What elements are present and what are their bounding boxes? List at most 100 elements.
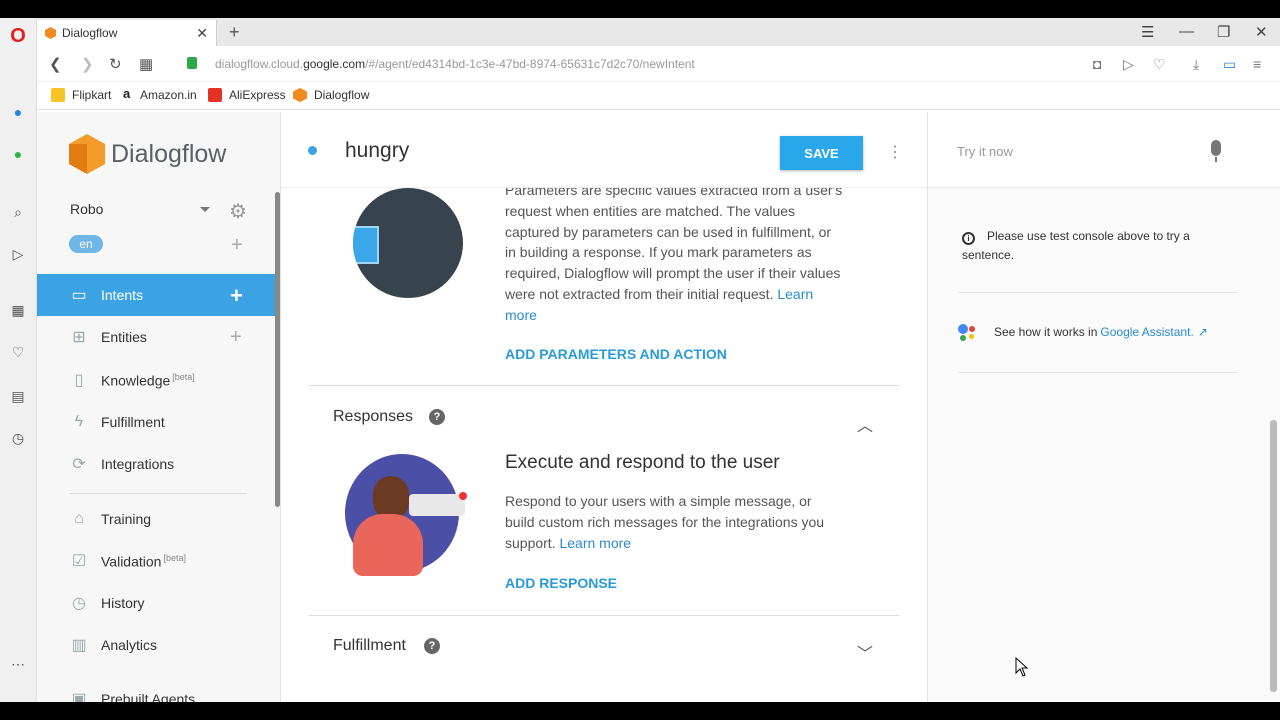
sidebar-item-knowledge[interactable]: ▯ Knowledge [beta] [37, 359, 276, 401]
check-box-icon: ☑ [71, 553, 87, 570]
responses-description: Respond to your users with a simple mess… [505, 491, 845, 553]
url-host: google.com [303, 57, 366, 71]
restore-icon[interactable]: ❐ [1217, 23, 1230, 41]
sidebar-item-fulfillment[interactable]: ϟ Fulfillment [37, 401, 276, 443]
screen: O ● ● ⌕ ▷ ▦ ♡ ▤ ◷ ⋯ Dialogflow ✕ + ☰ — ❐… [0, 0, 1280, 720]
messenger-icon[interactable]: ● [8, 102, 28, 122]
history-icon[interactable]: ◷ [8, 428, 28, 448]
bookmark-heart-icon[interactable]: ♡ [1153, 56, 1166, 73]
bolt-icon: ϟ [74, 413, 84, 430]
dialogflow-logo[interactable]: Dialogflow [69, 134, 226, 174]
add-intent-icon[interactable]: + [230, 283, 243, 309]
sidebar-item-history[interactable]: ◷ History [37, 582, 276, 624]
bookmark-label: Amazon.in [140, 88, 197, 102]
intent-editor: hungry SAVE ⋮ Parameters are specific va… [281, 112, 927, 702]
fulfillment-title: Fulfillment [333, 637, 406, 654]
tab-dialogflow[interactable]: Dialogflow ✕ [37, 20, 217, 46]
external-link-icon[interactable]: ↗ [1198, 325, 1208, 339]
sidebar-item-label: Training [101, 511, 152, 527]
sidebar-item-prebuilt-agents[interactable]: ▣ Prebuilt Agents [37, 678, 276, 702]
opera-logo-icon[interactable]: O [8, 25, 28, 47]
add-parameters-button[interactable]: ADD PARAMETERS AND ACTION [505, 346, 727, 362]
assistant-dot-blue [958, 324, 968, 334]
whatsapp-icon[interactable]: ● [8, 144, 28, 164]
news-icon[interactable]: ▤ [8, 386, 28, 406]
send-page-icon[interactable]: ▷ [1123, 56, 1134, 73]
see-how-text: See how it works in [994, 325, 1098, 339]
close-tab-icon[interactable]: ✕ [196, 25, 208, 42]
lock-icon [187, 57, 197, 69]
battery-saver-icon[interactable]: ▭ [1223, 56, 1236, 73]
sidebar-item-label: Integrations [101, 456, 175, 472]
bookmark-label: AliExpress [229, 88, 286, 102]
heart-icon[interactable]: ♡ [8, 342, 28, 362]
search-icon[interactable]: ⌕ [8, 202, 28, 222]
responses-heading: Execute and respond to the user [505, 452, 780, 473]
illustration-body [353, 514, 423, 576]
sidebar-item-analytics[interactable]: ▥ Analytics [37, 624, 276, 666]
bookmark-aliexpress[interactable]: AliExpress [208, 88, 286, 102]
tabs-grid-icon[interactable]: ▦ [139, 55, 153, 73]
save-button[interactable]: SAVE [780, 136, 863, 170]
bookmark-amazon[interactable]: a Amazon.in [123, 87, 197, 102]
intent-name-input[interactable]: hungry [345, 139, 409, 163]
url-prefix: dialogflow.cloud. [215, 57, 304, 71]
sidebar-item-integrations[interactable]: ⟳ Integrations [37, 443, 276, 485]
camera-icon[interactable]: ◘ [1093, 56, 1101, 72]
chevron-down-icon[interactable]: ﹀ [857, 640, 873, 664]
page-scrollbar[interactable] [1270, 420, 1277, 692]
sidebar-item-label: Fulfillment [101, 414, 165, 430]
test-console-panel: Try it now i Please use test console abov… [927, 112, 1280, 702]
validation-label: Validation [101, 553, 162, 570]
speed-dial-icon[interactable]: ▦ [8, 300, 28, 320]
responses-text: Respond to your users with a simple mess… [505, 493, 825, 551]
url-field[interactable]: dialogflow.cloud.google.com/#/agent/ed43… [215, 57, 695, 71]
tab-menu-icon[interactable]: ☰ [1141, 23, 1154, 41]
easy-setup-icon[interactable]: ≡ [1253, 56, 1261, 72]
download-icon[interactable]: ⤓ [1193, 56, 1199, 73]
minimize-icon[interactable]: — [1179, 23, 1194, 40]
learn-more-link[interactable]: Learn more [559, 535, 631, 551]
gear-icon[interactable]: ⚙ [229, 199, 247, 224]
agent-icon: ▣ [71, 691, 87, 702]
bookmark-dialogflow[interactable]: Dialogflow [293, 88, 369, 102]
tab-bar: Dialogflow ✕ + ☰ — ❐ ✕ [37, 18, 1280, 46]
sidebar-scrollbar[interactable] [275, 192, 280, 507]
bar-chart-icon: ▥ [71, 637, 87, 654]
logo-text: Dialogflow [111, 139, 227, 168]
reload-icon[interactable]: ↻ [109, 55, 122, 73]
dialogflow-cube-icon [69, 134, 105, 174]
bookmarks-bar: Flipkart a Amazon.in AliExpress Dialogflo… [37, 82, 1280, 110]
language-badge[interactable]: en [69, 235, 103, 253]
sidebar-item-entities[interactable]: ⊞ Entities + [37, 316, 276, 358]
try-it-input[interactable]: Try it now [957, 144, 1013, 159]
parameters-description: Parameters are specific values extracted… [505, 180, 845, 326]
back-icon[interactable]: ❮ [49, 55, 62, 73]
more-icon[interactable]: ⋯ [8, 654, 28, 674]
address-bar: ❮ ❯ ↻ ▦ dialogflow.cloud.google.com/#/ag… [37, 46, 1280, 82]
more-options-icon[interactable]: ⋮ [887, 142, 903, 162]
new-tab-icon[interactable]: + [229, 22, 240, 43]
caret-down-icon[interactable] [200, 207, 210, 212]
bookmark-flipkart[interactable]: Flipkart [51, 88, 111, 102]
sidebar-item-label: Validation [beta] [101, 553, 186, 570]
help-icon[interactable]: ? [424, 638, 440, 654]
sidebar-item-label: Prebuilt Agents [101, 691, 196, 702]
sidebar-item-validation[interactable]: ☑ Validation [beta] [37, 540, 276, 582]
microphone-icon[interactable] [1211, 140, 1221, 162]
dialogflow-favicon-icon [45, 27, 56, 39]
sidebar-item-training[interactable]: ⌂ Training [37, 498, 276, 540]
add-response-button[interactable]: ADD RESPONSE [505, 575, 617, 591]
send-icon[interactable]: ▷ [8, 244, 28, 264]
agent-selector[interactable]: Robo [70, 201, 103, 217]
chevron-up-icon[interactable]: ︿ [857, 412, 873, 436]
url-path: /#/agent/ed4314bd-1c3e-47bd-8974-65631c7… [365, 57, 695, 71]
sidebar-item-intents[interactable]: ▭ Intents + [37, 274, 276, 316]
close-window-icon[interactable]: ✕ [1255, 23, 1268, 41]
add-entity-icon[interactable]: + [230, 326, 242, 349]
forward-icon[interactable]: ❯ [81, 55, 94, 73]
bookmark-label: Flipkart [72, 88, 112, 102]
google-assistant-link[interactable]: Google Assistant. [1100, 325, 1193, 339]
add-language-icon[interactable]: + [231, 234, 243, 257]
help-icon[interactable]: ? [429, 409, 445, 425]
